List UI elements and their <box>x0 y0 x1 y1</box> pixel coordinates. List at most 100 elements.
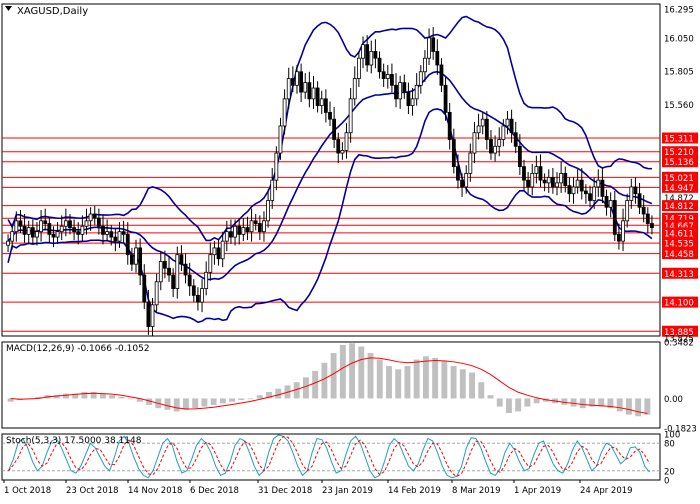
candle-body <box>328 112 332 120</box>
candle-body <box>410 98 415 107</box>
macd-histogram-bar <box>183 398 189 410</box>
candle-body <box>125 233 130 256</box>
candle-body <box>10 231 15 242</box>
candle-body <box>262 220 266 233</box>
candle-body <box>80 225 85 235</box>
macd-histogram-bar <box>432 357 439 399</box>
candle-body <box>200 288 204 303</box>
candle-body <box>208 254 213 273</box>
candle-body <box>191 285 196 296</box>
candle-body <box>365 44 370 66</box>
candle-body <box>526 179 531 188</box>
macd-histogram-bar <box>164 398 171 410</box>
macd-histogram-bar <box>441 361 448 399</box>
candle-body <box>534 166 539 174</box>
candle-body <box>517 145 522 168</box>
candle-body <box>299 71 304 93</box>
candle-body <box>43 220 48 224</box>
x-axis-date-label: 23 Jan 2019 <box>322 486 373 496</box>
candle-body <box>270 179 275 201</box>
macd-histogram-bar <box>376 359 383 399</box>
candle-body <box>592 186 597 201</box>
candle-body <box>163 261 167 269</box>
macd-histogram-bar <box>515 398 522 412</box>
macd-histogram-bar <box>99 393 106 399</box>
candle-body <box>559 172 564 184</box>
candle-body <box>96 217 101 227</box>
candle-body <box>237 225 242 235</box>
candle-body <box>344 132 349 151</box>
candle-body <box>183 263 188 276</box>
candle-body <box>319 98 324 107</box>
candle-body <box>179 254 184 265</box>
candle-body <box>340 149 345 154</box>
candle-body <box>356 57 361 79</box>
candle-body <box>55 231 60 238</box>
candle-body <box>51 233 56 238</box>
candle-body <box>22 225 27 235</box>
macd-histogram-bar <box>238 398 245 401</box>
candle-body <box>76 231 81 235</box>
candle-body <box>423 57 427 73</box>
candle-body <box>608 200 613 208</box>
candle-body <box>282 98 287 127</box>
candle-body <box>390 74 394 86</box>
macd-histogram-bar <box>616 398 623 412</box>
candle-body <box>63 220 68 227</box>
chart-dropdown-icon[interactable] <box>5 6 12 11</box>
candle-body <box>303 82 308 93</box>
candle-body <box>138 247 143 276</box>
candle-body <box>216 247 221 260</box>
candle-body <box>505 118 510 127</box>
candle-body <box>150 304 155 327</box>
x-axis-date-label: 1 Oct 2018 <box>4 486 51 496</box>
candle-body <box>311 87 316 100</box>
candle-body <box>290 78 295 86</box>
x-axis-date-label: 8 Mar 2019 <box>452 486 500 496</box>
candle-body <box>398 82 403 100</box>
candle-body <box>278 125 283 154</box>
macd-histogram-bar <box>487 395 494 399</box>
macd-histogram-bar <box>229 398 236 402</box>
candle-body <box>596 179 601 188</box>
candle-body <box>142 274 147 303</box>
candle-body <box>253 220 258 224</box>
macd-histogram-bar <box>579 398 586 409</box>
macd-histogram-bar <box>496 398 503 407</box>
candle-body <box>158 261 163 283</box>
macd-histogram-bar <box>450 366 457 399</box>
x-axis-date-label: 31 Dec 2018 <box>258 486 312 496</box>
macd-histogram-bar <box>173 398 180 412</box>
candle-body <box>229 231 233 238</box>
candle-body <box>530 172 535 188</box>
macd-histogram-bar <box>459 369 466 399</box>
candle-body <box>6 240 10 246</box>
candle-body <box>245 227 250 233</box>
candle-body <box>26 227 31 235</box>
candle-body <box>406 91 411 107</box>
candle-body <box>600 179 605 197</box>
macd-histogram-bar <box>256 395 263 399</box>
candle-body <box>645 213 650 224</box>
macd-histogram-bar <box>201 398 208 407</box>
macd-histogram-bar <box>413 359 420 399</box>
candle-body <box>555 182 559 188</box>
candle-body <box>30 227 35 238</box>
macd-tick-label: 0.00 <box>664 395 683 405</box>
macd-histogram-bar <box>127 398 134 400</box>
candle-body <box>460 179 464 188</box>
candle-body <box>575 179 580 188</box>
macd-histogram-bar <box>109 395 116 399</box>
candle-body <box>101 225 105 235</box>
candle-body <box>538 166 543 181</box>
candle-body <box>129 254 134 265</box>
price-tick-label: 15.560 <box>664 101 694 111</box>
price-level-label: 14.313 <box>664 270 694 280</box>
macd-histogram-bar <box>635 398 642 417</box>
macd-histogram-bar <box>63 393 69 399</box>
candle-body <box>39 220 43 233</box>
candle-body <box>567 185 572 195</box>
candle-body <box>233 225 237 238</box>
candle-body <box>105 231 110 235</box>
candle-body <box>72 227 77 233</box>
